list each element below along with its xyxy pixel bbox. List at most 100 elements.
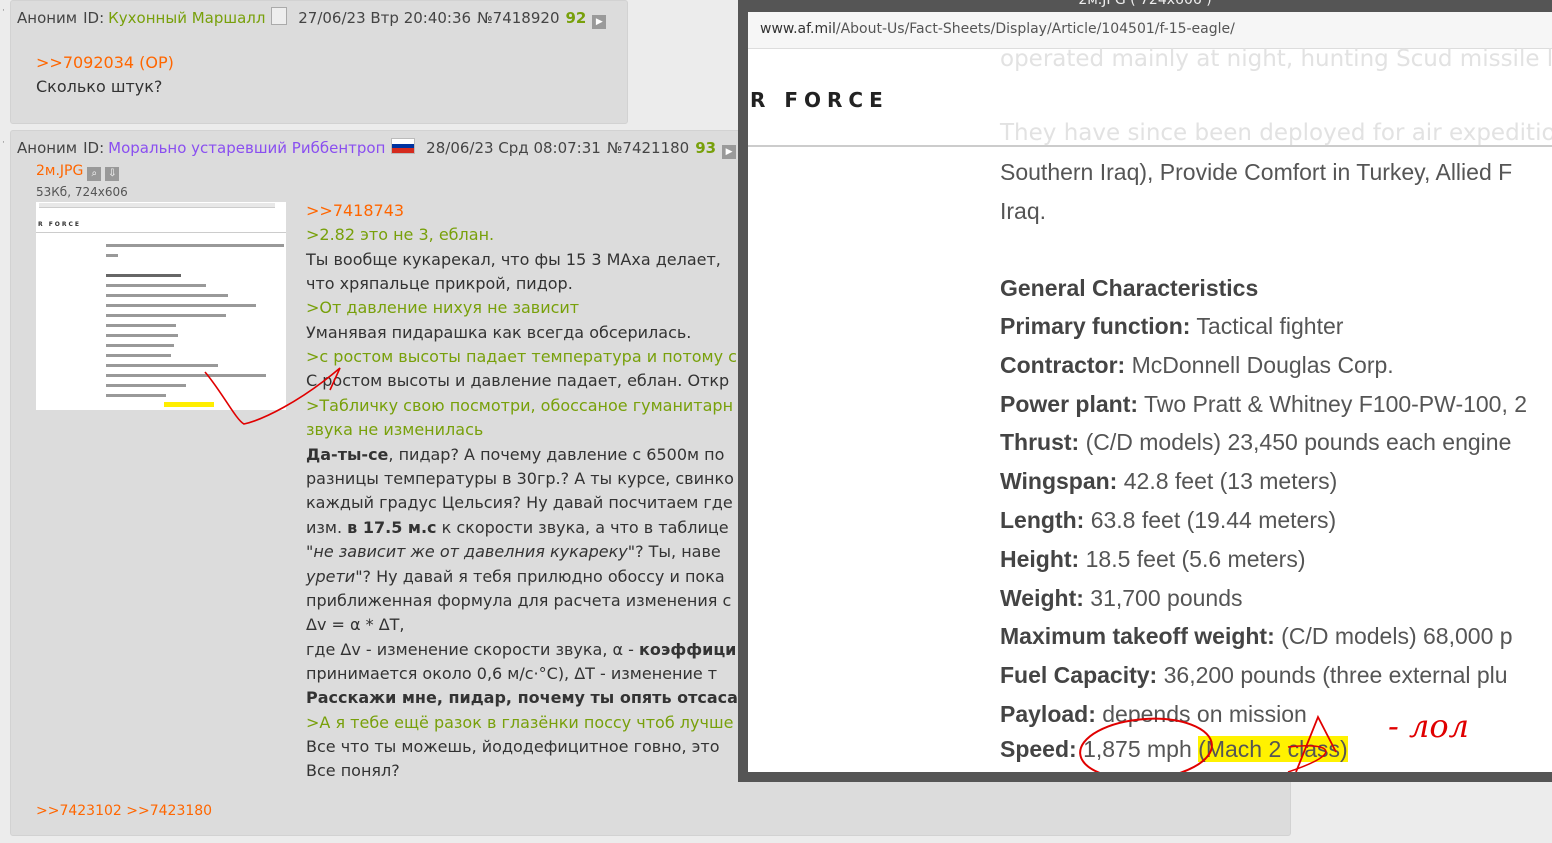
faded-text: They have since been deployed for air ex… bbox=[1000, 120, 1552, 146]
post-datetime: 27/06/23 Втр 20:40:36 bbox=[298, 9, 472, 27]
characteristic-label: Maximum takeoff weight: bbox=[1000, 623, 1275, 650]
characteristic-row: Fuel Capacity: 36,200 pounds (three exte… bbox=[1000, 662, 1508, 689]
bold-text: в 17.5 м.с bbox=[347, 518, 437, 537]
text-span: где Δv - изменение скорости звука, α - bbox=[306, 640, 640, 659]
speed-highlight: (Mach 2 class) bbox=[1198, 736, 1348, 762]
poster-id[interactable]: Кухонный Маршалл bbox=[108, 9, 265, 27]
screenshot-url: www.af.mil/About-Us/Fact-Sheets/Display/… bbox=[760, 21, 1235, 37]
speed-label: Speed: bbox=[1000, 736, 1077, 762]
text-line: Ты вообще кукарекал, что фы 15 3 МАха де… bbox=[306, 250, 721, 269]
bold-line: Расскажи мне, пидар, почему ты опять отс… bbox=[306, 688, 750, 707]
text-line: где Δv - изменение скорости звука, α - к… bbox=[306, 640, 736, 659]
author-name: Аноним bbox=[17, 9, 78, 27]
text-span: изм. bbox=[306, 518, 348, 537]
characteristic-label: Length: bbox=[1000, 507, 1085, 533]
post-header: Аноним ID: Морально устаревший Риббентроп … bbox=[17, 138, 742, 159]
characteristic-value: 63.8 feet (19.44 meters) bbox=[1084, 507, 1337, 533]
characteristic-value: 42.8 feet (13 meters) bbox=[1117, 468, 1338, 495]
text-line: каждый градус Цельсия? Ну давай посчитае… bbox=[306, 493, 733, 512]
text-line: Все понял? bbox=[306, 761, 400, 780]
text-span: "? Ты, наве bbox=[627, 542, 721, 561]
text-line: "не зависит же от давелния кукареку"? Ты… bbox=[306, 542, 721, 561]
expanded-image-viewer[interactable]: 2м.JPG ( 724x606 ) www.af.mil/About-Us/F… bbox=[738, 0, 1552, 782]
expanded-image[interactable]: www.af.mil/About-Us/Fact-Sheets/Display/… bbox=[748, 12, 1552, 772]
backlinks[interactable]: >>7423102 >>7423180 bbox=[36, 803, 212, 819]
text-span: "? Ну давай я тебя прилюдно обоссу и пок… bbox=[355, 567, 725, 586]
characteristic-value: 31,700 pounds bbox=[1083, 584, 1243, 611]
characteristic-label: Wingspan: bbox=[1000, 468, 1118, 495]
post-bullet: · bbox=[2, 138, 5, 148]
characteristic-value: (C/D models) 23,450 pounds each engine bbox=[1079, 429, 1512, 456]
quote-line: >Табличку свою посмотри, обоссаное гуман… bbox=[306, 396, 734, 415]
characteristic-label: Payload: bbox=[1000, 701, 1096, 727]
article-text: Southern Iraq), Provide Comfort in Turke… bbox=[1000, 159, 1513, 185]
text-line: приближенная формула для расчета изменен… bbox=[306, 591, 732, 610]
characteristic-row: Maximum takeoff weight: (C/D models) 68,… bbox=[1000, 623, 1513, 650]
faded-text: operated mainly at night, hunting Scud m… bbox=[1000, 46, 1552, 72]
characteristic-value: Two Pratt & Whitney F100-PW-100, 2 bbox=[1138, 390, 1528, 417]
image-thumbnail[interactable]: R FORCE bbox=[36, 202, 286, 410]
file-info: 2м.JPG ⌕ ⇩ bbox=[36, 161, 120, 181]
characteristics-heading: General Characteristics bbox=[1000, 275, 1259, 301]
post-header: Аноним ID: Кухонный Маршалл 27/06/23 Втр 2… bbox=[17, 7, 612, 29]
characteristic-label: Primary function: bbox=[1000, 313, 1191, 339]
characteristic-row: Thrust: (C/D models) 23,450 pounds each … bbox=[1000, 429, 1511, 456]
annotation-text: - лол bbox=[1388, 707, 1469, 745]
post-1: Аноним ID: Кухонный Маршалл 27/06/23 Втр 2… bbox=[10, 0, 628, 124]
post-number[interactable]: №7421180 bbox=[607, 139, 689, 157]
screenshot-url-bar: www.af.mil/About-Us/Fact-Sheets/Display/… bbox=[748, 12, 1552, 49]
quote-line: >2.82 это не 3, еблан. bbox=[306, 225, 495, 244]
id-label: ID: bbox=[83, 9, 105, 27]
characteristic-row: Wingspan: 42.8 feet (13 meters) bbox=[1000, 468, 1337, 495]
italic-text: не зависит же от давелния кукареку bbox=[313, 542, 628, 561]
quote-line: звука не изменилась bbox=[306, 420, 484, 439]
quote-line: >с ростом высоты падает температура и по… bbox=[306, 347, 737, 366]
text-span: к скорости звука, а что в таблице bbox=[436, 518, 729, 537]
file-size: 53Кб, 724x606 bbox=[36, 185, 128, 199]
characteristic-value: (C/D models) 68,000 p bbox=[1274, 623, 1513, 650]
characteristic-label: Height: bbox=[1000, 545, 1080, 572]
characteristic-row: Weight: 31,700 pounds bbox=[1000, 585, 1243, 612]
text-line: Уманявая пидарашка как всегда обсерилась… bbox=[306, 323, 692, 342]
quote-line: >А я тебе ещё разок в глазёнки поссу что… bbox=[306, 713, 734, 732]
text-line: урети"? Ну давай я тебя прилюдно обоссу … bbox=[306, 567, 725, 586]
characteristic-value: 36,200 pounds (three external plu bbox=[1157, 662, 1508, 689]
author-name: Аноним bbox=[17, 139, 78, 157]
file-name-link[interactable]: 2м.JPG bbox=[36, 163, 83, 179]
speed-value: 1,875 mph bbox=[1076, 736, 1199, 762]
text-line: С ростом высоты и давление падает, еблан… bbox=[306, 371, 730, 390]
text-line: разницы температуры в 30гр.? А ты курсе,… bbox=[306, 469, 734, 488]
magnifier-icon[interactable]: ⌕ bbox=[87, 167, 102, 181]
characteristic-value: McDonnell Douglas Corp. bbox=[1125, 351, 1394, 378]
text-line: изм. в 17.5 м.с к скорости звука, а что … bbox=[306, 518, 729, 537]
reply-link[interactable]: >>7418743 bbox=[306, 201, 404, 220]
text-span: , пидар? А почему давление с 6500м по bbox=[388, 445, 725, 464]
post-number[interactable]: №7418920 bbox=[477, 9, 559, 27]
text-line: что хряпальце прикрой, пидор. bbox=[306, 274, 573, 293]
characteristic-row: Primary function: Tactical fighter bbox=[1000, 313, 1343, 340]
characteristic-value: 18.5 feet (5.6 meters) bbox=[1079, 545, 1306, 572]
text-line: Все что ты можешь, йододефицитное говно,… bbox=[306, 737, 720, 756]
download-icon[interactable]: ⇩ bbox=[105, 167, 120, 181]
id-label: ID: bbox=[83, 139, 105, 157]
post-datetime: 28/06/23 Срд 08:07:31 bbox=[426, 139, 601, 157]
quote-line: >От давление нихуя не зависит bbox=[306, 298, 580, 317]
speed-row: Speed: 1,875 mph (Mach 2 class) bbox=[1000, 736, 1348, 763]
play-triangle-icon[interactable]: ▶ bbox=[592, 15, 607, 29]
poster-id[interactable]: Морально устаревший Риббентроп bbox=[108, 139, 385, 157]
post-bullet: · bbox=[2, 6, 5, 16]
characteristic-row: Length: 63.8 feet (19.44 meters) bbox=[1000, 507, 1336, 534]
characteristic-label: Fuel Capacity: bbox=[1000, 662, 1158, 689]
article-text: Iraq. bbox=[1000, 198, 1047, 224]
characteristic-label: Contractor: bbox=[1000, 351, 1126, 378]
characteristic-row: Payload: depends on mission bbox=[1000, 701, 1307, 728]
play-triangle-icon[interactable]: ▶ bbox=[722, 145, 737, 159]
reply-count: 92 bbox=[565, 9, 587, 27]
italic-text: урети bbox=[306, 567, 356, 586]
op-reply-link[interactable]: >>7092034 (OP) bbox=[36, 53, 174, 72]
characteristic-row: Contractor: McDonnell Douglas Corp. bbox=[1000, 352, 1394, 379]
characteristic-label: Power plant: bbox=[1000, 390, 1139, 417]
reply-count: 93 bbox=[695, 139, 717, 157]
text-line: Да-ты-се, пидар? А почему давление с 650… bbox=[306, 445, 724, 464]
image-caption: 2м.JPG ( 724x606 ) bbox=[1078, 0, 1212, 8]
